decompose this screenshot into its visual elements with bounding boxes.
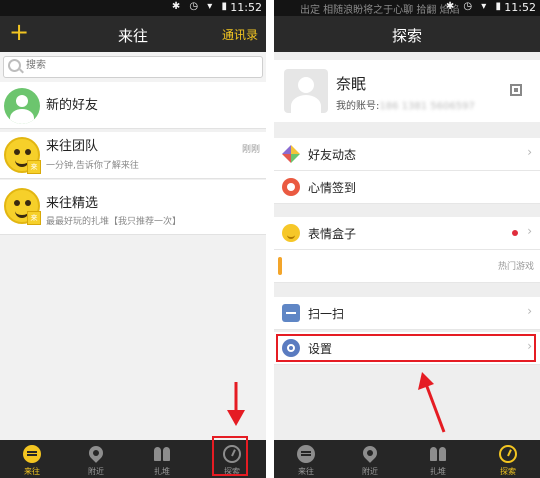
pinwheel-icon bbox=[282, 145, 300, 163]
tab-laiwang[interactable]: 来往 bbox=[0, 440, 64, 478]
left-phone-screen: ✱ ◷ ▾ ▮ 11:52 + 来往 通讯录 新的好友 来 来往团队 一分钟,告… bbox=[0, 0, 266, 478]
list-item-laiwang-team[interactable]: 来 来往团队 一分钟,告诉你了解来往 刚刚 bbox=[0, 132, 266, 179]
search-icon bbox=[8, 59, 21, 72]
group-icon bbox=[429, 445, 447, 463]
annotation-arrow-up-icon bbox=[418, 372, 446, 433]
chat-bubble-icon bbox=[23, 445, 41, 463]
tab-nearby[interactable]: 附近 bbox=[338, 440, 402, 478]
list-item-laiwang-picks[interactable]: 来 来往精选 最最好玩的扎堆【我只推荐一次】 bbox=[0, 180, 266, 235]
tab-label: 附近 bbox=[88, 467, 104, 476]
laiwang-avatar-icon: 来 bbox=[4, 137, 41, 174]
group-icon bbox=[153, 445, 171, 463]
location-pin-icon bbox=[360, 443, 380, 463]
title-bar: + 来往 通讯录 bbox=[0, 16, 266, 52]
list-item-name: 来往精选 bbox=[46, 196, 99, 211]
tab-label: 来往 bbox=[298, 467, 314, 476]
contacts-link[interactable]: 通讯录 bbox=[222, 26, 258, 43]
menu-label: 表情盒子 bbox=[308, 227, 357, 241]
tab-label: 扎堆 bbox=[154, 467, 170, 476]
new-friends-avatar-icon bbox=[4, 88, 40, 124]
list-item-subtitle: 最最好玩的扎堆【我只推荐一次】 bbox=[46, 217, 182, 227]
scan-icon bbox=[282, 304, 300, 322]
menu-label: 心情签到 bbox=[308, 181, 357, 195]
menu-label: 好友动态 bbox=[308, 148, 357, 162]
status-time: 11:52 bbox=[504, 1, 536, 14]
tab-label: 附近 bbox=[362, 467, 378, 476]
page-title: 探索 bbox=[391, 27, 422, 45]
avatar bbox=[284, 69, 328, 113]
new-badge bbox=[512, 230, 518, 236]
list-item-subtitle: 一分钟,告诉你了解来往 bbox=[46, 161, 139, 171]
account-value: 186 1381 5606597 bbox=[379, 101, 475, 112]
list-item-name: 新的好友 bbox=[46, 98, 99, 113]
qr-code-icon[interactable] bbox=[510, 84, 522, 96]
account-label: 我的账号: bbox=[336, 101, 380, 112]
chevron-right-icon: › bbox=[527, 145, 532, 159]
list-item-new-friends[interactable]: 新的好友 bbox=[0, 82, 266, 129]
status-bar: 出定 相随浪盼将之于心聊 拾翻 焰焰 ✱ ◷ ▾ ▮ 11:52 bbox=[274, 0, 540, 16]
laiwang-avatar-icon: 来 bbox=[4, 188, 41, 225]
status-icons: ✱ ◷ ▾ ▮ bbox=[445, 1, 504, 12]
tab-explore[interactable]: 探索 bbox=[476, 440, 540, 478]
tab-label: 探索 bbox=[500, 467, 516, 476]
bottom-tab-bar: 来往 附近 扎堆 探索 bbox=[274, 440, 540, 478]
search-bar bbox=[0, 52, 266, 82]
highlight-box bbox=[276, 334, 536, 362]
location-pin-icon bbox=[86, 443, 106, 463]
tab-label: 来往 bbox=[24, 467, 40, 476]
menu-hot-games[interactable]: 热门游戏 bbox=[274, 250, 540, 283]
menu-friend-moments[interactable]: 好友动态 › bbox=[274, 138, 540, 171]
status-icons: ✱ ◷ ▾ ▮ bbox=[171, 1, 230, 12]
tab-laiwang[interactable]: 来往 bbox=[274, 440, 338, 478]
list-item-name: 来往团队 bbox=[46, 139, 99, 154]
highlight-box bbox=[212, 436, 248, 476]
compass-icon bbox=[499, 445, 517, 463]
smiley-icon bbox=[282, 224, 300, 242]
chat-bubble-icon bbox=[297, 445, 315, 463]
status-time: 11:52 bbox=[230, 1, 262, 14]
tab-label: 扎堆 bbox=[430, 467, 446, 476]
game-icon bbox=[278, 257, 282, 275]
list-item-time: 刚刚 bbox=[241, 145, 260, 155]
profile-name: 奈眠 bbox=[336, 75, 367, 93]
search-input[interactable] bbox=[24, 59, 228, 72]
menu-mood-checkin[interactable]: 心情签到 bbox=[274, 171, 540, 204]
right-phone-screen: 出定 相随浪盼将之于心聊 拾翻 焰焰 ✱ ◷ ▾ ▮ 11:52 探索 奈眠 我… bbox=[274, 0, 540, 478]
menu-label: 扫一扫 bbox=[308, 307, 345, 321]
chevron-right-icon: › bbox=[527, 304, 532, 318]
profile-card[interactable]: 奈眠 我的账号:186 1381 5606597 bbox=[274, 60, 540, 122]
menu-sticker-box[interactable]: 表情盒子 › bbox=[274, 217, 540, 250]
chevron-right-icon: › bbox=[527, 224, 532, 238]
divider bbox=[266, 0, 274, 478]
annotation-arrow-down-icon bbox=[227, 382, 245, 426]
profile-account: 我的账号:186 1381 5606597 bbox=[336, 97, 475, 112]
tab-groups[interactable]: 扎堆 bbox=[130, 440, 194, 478]
mood-icon bbox=[282, 178, 300, 196]
menu-scan[interactable]: 扫一扫 › bbox=[274, 297, 540, 330]
hot-games-label: 热门游戏 bbox=[497, 262, 534, 272]
status-bar: ✱ ◷ ▾ ▮ 11:52 bbox=[0, 0, 266, 16]
title-bar: 探索 bbox=[274, 16, 540, 52]
tab-nearby[interactable]: 附近 bbox=[64, 440, 128, 478]
search-box[interactable] bbox=[3, 56, 263, 78]
tab-groups[interactable]: 扎堆 bbox=[406, 440, 470, 478]
